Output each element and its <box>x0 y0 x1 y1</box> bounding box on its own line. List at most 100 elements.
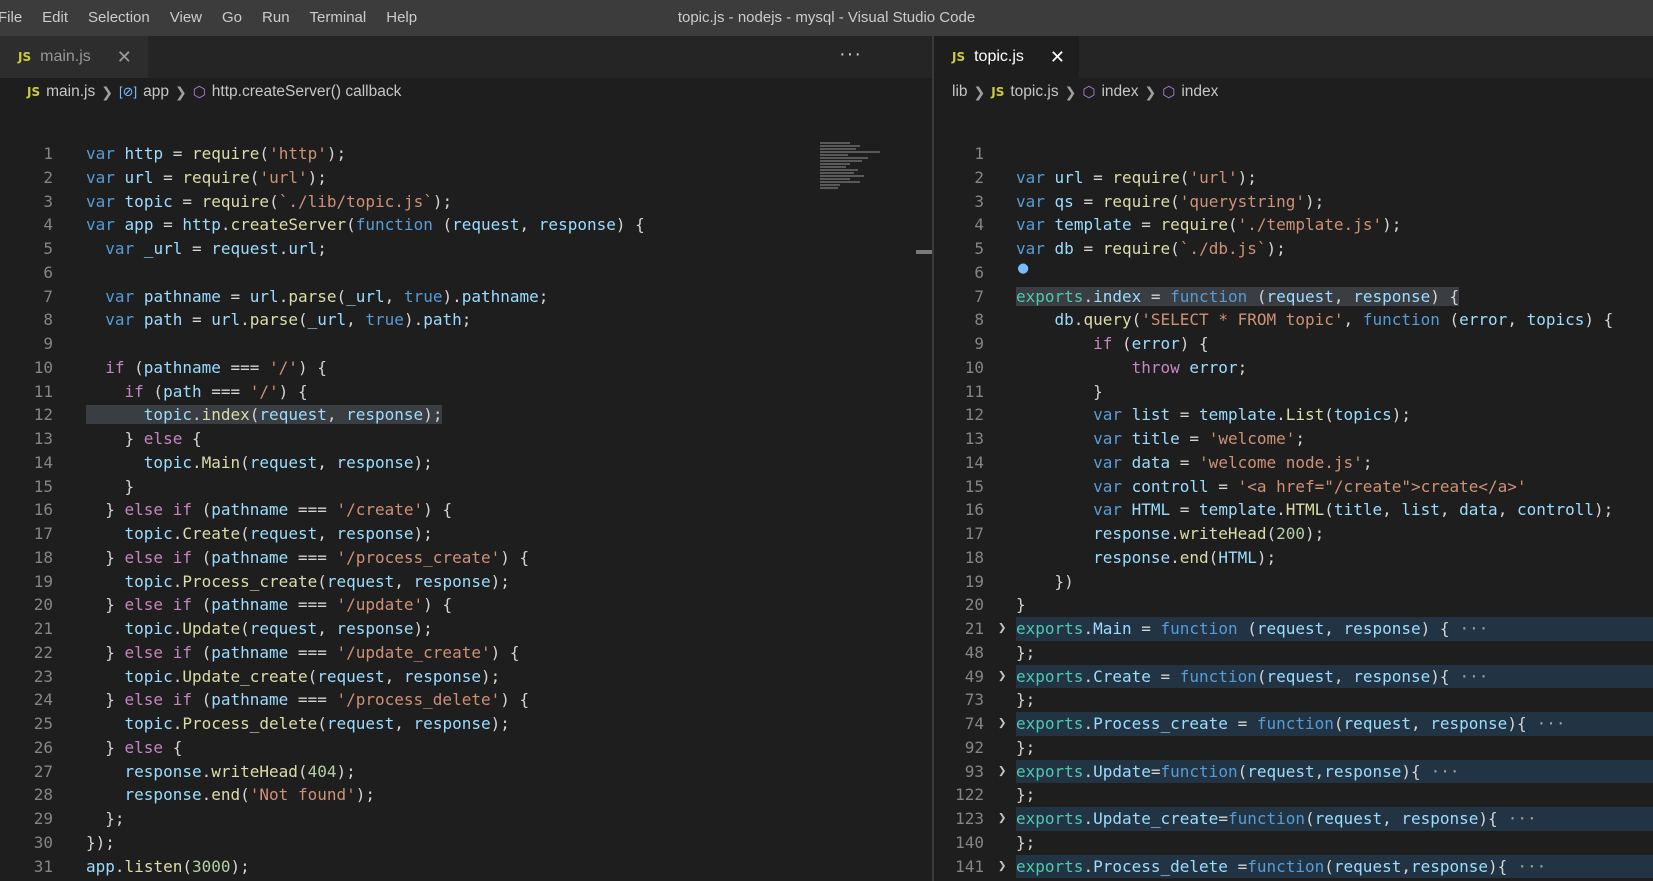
code-line[interactable]: 1 var http = require('http'); <box>0 142 932 166</box>
code-line[interactable]: 25 topic.Process_delete(request, respons… <box>0 712 932 736</box>
code-text: exports.Create = function(request, respo… <box>1016 666 1489 686</box>
code-line[interactable]: 2 var url = require('url'); <box>934 166 1653 190</box>
breadcrumb-folder[interactable]: lib <box>952 83 968 101</box>
code-line[interactable]: 93 ❯ exports.Update=function(request,respo… <box>934 759 1653 784</box>
breadcrumb-symbol-index[interactable]: index <box>1101 83 1138 101</box>
code-line[interactable]: 16 } else if (pathname === '/create') { <box>0 498 932 522</box>
code-line[interactable]: 4 var app = http.createServer(function (r… <box>0 213 932 237</box>
code-line[interactable]: 23 topic.Update_create(request, response… <box>0 665 932 689</box>
breadcrumb-file[interactable]: main.js <box>46 83 95 101</box>
code-line[interactable]: 18 } else if (pathname === '/process_cre… <box>0 546 932 570</box>
chevron-right-icon[interactable]: ❯ <box>998 760 1006 784</box>
code-line[interactable]: 30}); <box>0 831 932 855</box>
code-line[interactable]: 49 ❯ exports.Create = function(request, re… <box>934 664 1653 689</box>
code-line[interactable]: 73}; <box>934 688 1653 712</box>
code-line[interactable]: 5 var db = require(`./db.js`); <box>934 237 1653 261</box>
code-line[interactable]: 7 var pathname = url.parse(_url, true).p… <box>0 285 932 309</box>
menu-terminal[interactable]: Terminal <box>300 0 377 36</box>
breadcrumb-file[interactable]: topic.js <box>1010 83 1058 101</box>
code-line[interactable]: 2 var url = require('url'); <box>0 166 932 190</box>
code-line[interactable]: 27 response.writeHead(404); <box>0 760 932 784</box>
lightbulb-icon[interactable]: ● <box>1018 257 1028 281</box>
code-text: var url = require('url'); <box>1016 167 1257 187</box>
code-line[interactable]: 28 response.end('Not found'); <box>0 783 932 807</box>
menu-help[interactable]: Help <box>376 0 427 36</box>
menu-run[interactable]: Run <box>252 0 300 36</box>
chevron-right-icon[interactable]: ❯ <box>998 617 1006 641</box>
chevron-right-icon: ❯ <box>101 83 113 100</box>
code-line[interactable]: 31 app.listen(3000); <box>0 855 932 879</box>
tab-topic-js[interactable]: JS topic.js ✕ <box>934 36 1079 78</box>
breadcrumb-symbol-callback[interactable]: http.createServer() callback <box>212 83 402 101</box>
code-line[interactable]: 13 } else { <box>0 427 932 451</box>
code-line[interactable]: 8 db.query('SELECT * FROM topic', functi… <box>934 308 1653 332</box>
more-actions-icon[interactable]: ··· <box>839 36 862 78</box>
code-line[interactable]: 17 topic.Create(request, response); <box>0 522 932 546</box>
code-line[interactable]: 9 if (error) { <box>934 332 1653 356</box>
code-line[interactable]: 20} <box>934 593 1653 617</box>
code-line[interactable]: 24 } else if (pathname === '/process_del… <box>0 688 932 712</box>
menu-view[interactable]: View <box>160 0 212 36</box>
code-line[interactable]: 74 ❯ exports.Process_create = function(req… <box>934 712 1653 736</box>
code-line[interactable]: 123 ❯ exports.Update_create=function(reque… <box>934 807 1653 831</box>
code-line[interactable]: 1 <box>934 142 1653 166</box>
close-icon[interactable]: ✕ <box>117 47 132 68</box>
code-line[interactable]: 21 topic.Update(request, response); <box>0 617 932 641</box>
code-editor-main-js[interactable]: 1 var http = require('http'); 2 var url = r… <box>0 142 932 881</box>
chevron-right-icon[interactable]: ❯ <box>998 712 1006 736</box>
code-line[interactable]: 12 var list = template.List(topics); <box>934 403 1653 427</box>
code-line[interactable]: 10 throw error; <box>934 356 1653 380</box>
code-line[interactable]: 48}; <box>934 641 1653 665</box>
code-line[interactable]: 15 var controll = '<a href="/create">cre… <box>934 475 1653 499</box>
code-line[interactable]: 20 } else if (pathname === '/update') { <box>0 593 932 617</box>
breadcrumb-symbol-app[interactable]: app <box>143 83 169 101</box>
code-line[interactable]: 4 var template = require('./template.js')… <box>934 213 1653 237</box>
code-line[interactable]: 17 response.writeHead(200); <box>934 522 1653 546</box>
code-line[interactable]: 21 ❯ exports.Main = function (request, res… <box>934 617 1653 641</box>
code-line[interactable]: 122}; <box>934 783 1653 807</box>
scrollbar-thumb[interactable] <box>916 250 932 254</box>
menu-edit[interactable]: Edit <box>32 0 78 36</box>
code-line[interactable]: 16 var HTML = template.HTML(title, list,… <box>934 498 1653 522</box>
chevron-right-icon[interactable]: ❯ <box>998 855 1006 879</box>
breadcrumb-symbol-index[interactable]: index <box>1181 83 1218 101</box>
code-line[interactable]: 7 exports.index = function (request, resp… <box>934 285 1653 309</box>
code-line[interactable]: 18 response.end(HTML); <box>934 546 1653 570</box>
code-text: exports.Main = function (request, respon… <box>1016 619 1489 638</box>
menu-go[interactable]: Go <box>212 0 252 36</box>
code-line[interactable]: 8 var path = url.parse(_url, true).path; <box>0 308 932 332</box>
code-line[interactable]: 3 var topic = require(`./lib/topic.js`); <box>0 190 932 214</box>
code-text: topic.Main(request, response); <box>143 452 433 472</box>
tab-main-js[interactable]: JS main.js ✕ <box>0 36 148 78</box>
minimap[interactable] <box>820 142 890 202</box>
code-text: exports.Update=function(request,response… <box>1016 761 1460 781</box>
code-line[interactable]: 6 ● <box>934 258 1653 285</box>
chevron-right-icon[interactable]: ❯ <box>998 807 1006 831</box>
code-line[interactable]: 15 } <box>0 475 932 499</box>
line-number: 17 <box>33 524 53 543</box>
code-line[interactable]: 9 <box>0 332 932 356</box>
code-line[interactable]: 26 } else { <box>0 736 932 760</box>
code-line[interactable]: 12💡 topic.index(request, response); <box>0 403 932 427</box>
code-line[interactable]: 11 if (path === '/') { <box>0 380 932 404</box>
code-line[interactable]: 10 if (pathname === '/') { <box>0 356 932 380</box>
code-line[interactable]: 141 ❯ exports.Process_delete =function(req… <box>934 854 1653 879</box>
code-line[interactable]: 19 }) <box>934 570 1653 594</box>
chevron-right-icon[interactable]: ❯ <box>998 665 1006 689</box>
code-editor-topic-js[interactable]: 1 2 var url = require('url'); 3 var qs = req… <box>934 142 1653 881</box>
menu-file[interactable]: File <box>0 0 32 36</box>
code-line[interactable]: 11 } <box>934 380 1653 404</box>
code-line[interactable]: 14 var data = 'welcome node.js'; <box>934 451 1653 475</box>
code-line[interactable]: 13 var title = 'welcome'; <box>934 427 1653 451</box>
code-line[interactable]: 19 topic.Process_create(request, respons… <box>0 570 932 594</box>
code-line[interactable]: 5 var _url = request.url; <box>0 237 932 261</box>
menu-selection[interactable]: Selection <box>78 0 160 36</box>
code-line[interactable]: 29 }; <box>0 807 932 831</box>
code-line[interactable]: 14 topic.Main(request, response); <box>0 451 932 475</box>
code-line[interactable]: 92}; <box>934 736 1653 760</box>
close-icon[interactable]: ✕ <box>1050 47 1065 68</box>
code-line[interactable]: 140}; <box>934 831 1653 855</box>
code-line[interactable]: 6 <box>0 261 932 285</box>
code-line[interactable]: 22 } else if (pathname === '/update_crea… <box>0 641 932 665</box>
code-line[interactable]: 3 var qs = require('querystring'); <box>934 190 1653 214</box>
